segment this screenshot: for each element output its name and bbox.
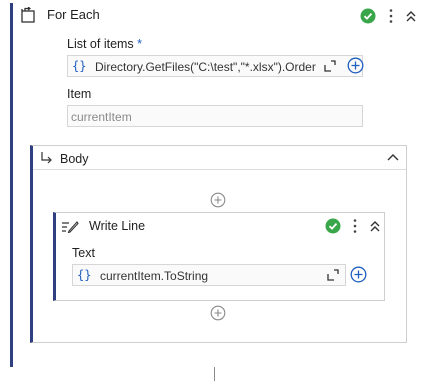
write-line-activity[interactable]: Write Line Text {} currentItem.ToString [53,212,385,301]
item-field[interactable]: currentItem [67,105,363,127]
item-label: Item [67,87,92,101]
flow-connector-line [214,367,215,381]
text-value: currentItem.ToString [100,269,209,283]
expression-braces-icon: {} [77,268,92,282]
write-line-icon [62,221,79,233]
required-mark: * [137,37,143,51]
body-header[interactable]: Body [33,146,406,170]
expand-editor-icon[interactable] [326,268,340,282]
for-each-activity[interactable]: For Each List of items * {} Directory.Ge… [10,3,425,367]
check-circle-icon [325,218,341,234]
list-of-items-field[interactable]: {} Directory.GetFiles("C:\test","*.xlsx"… [67,55,363,77]
add-activity-icon[interactable] [210,305,226,321]
add-plus-icon[interactable] [350,266,367,283]
list-of-items-value: Directory.GetFiles("C:\test","*.xlsx").O… [95,60,316,74]
check-circle-icon [360,8,376,24]
list-of-items-label-text: List of items [67,37,134,51]
for-each-icon [21,7,35,23]
expand-editor-icon[interactable] [323,59,337,73]
body-title: Body [60,152,89,166]
more-vertical-icon[interactable] [352,218,358,234]
subdirectory-arrow-icon [41,152,52,164]
write-line-title: Write Line [89,219,146,233]
add-activity-icon[interactable] [210,192,226,208]
more-vertical-icon[interactable] [388,8,394,24]
expression-braces-icon: {} [72,59,87,73]
text-label: Text [72,246,95,260]
for-each-header[interactable]: For Each [13,3,425,27]
for-each-title: For Each [47,7,100,22]
item-value: currentItem [71,110,132,124]
list-of-items-label: List of items * [67,37,142,51]
add-plus-icon[interactable] [347,57,364,74]
double-chevron-up-icon[interactable] [369,220,381,232]
text-field[interactable]: {} currentItem.ToString [72,264,346,286]
body-container: Body Write Line Text {} currentItem.ToSt… [30,145,407,343]
chevron-up-icon[interactable] [386,152,400,162]
double-chevron-up-icon[interactable] [405,10,417,22]
